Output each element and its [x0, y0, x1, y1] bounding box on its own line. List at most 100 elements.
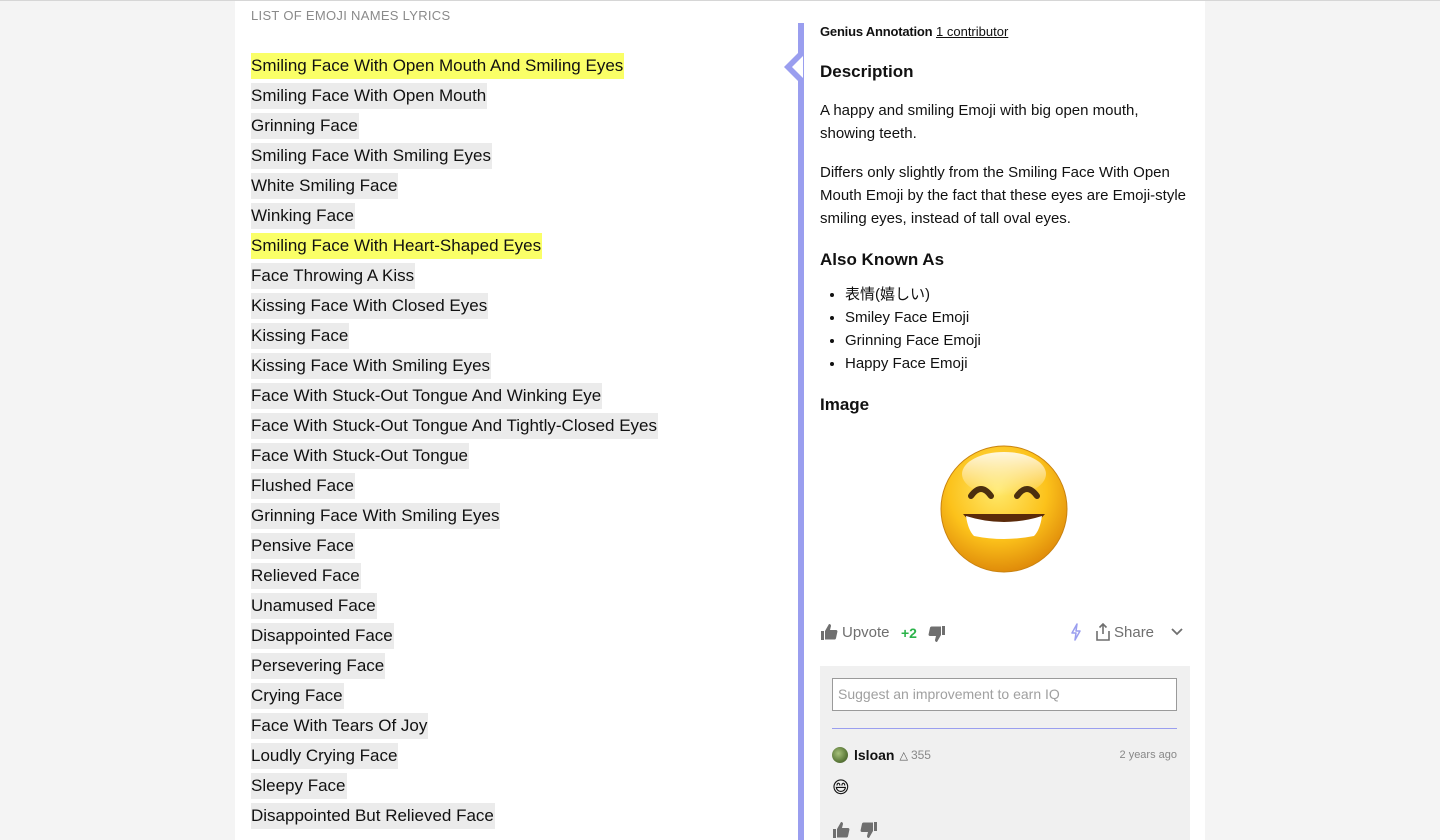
lyric-line: Face Throwing A Kiss [251, 263, 771, 293]
aka-item: Smiley Face Emoji [845, 306, 1190, 329]
lyric-text[interactable]: Smiling Face With Heart-Shaped Eyes [251, 233, 543, 259]
lyric-text[interactable]: Kissing Face With Smiling Eyes [251, 353, 492, 379]
iq-triangle-icon: △ [899, 749, 908, 762]
lyric-line: Relieved Face [251, 563, 771, 593]
lyric-line: Face With Stuck-Out Tongue [251, 443, 771, 473]
lyric-text[interactable]: Face With Tears Of Joy [251, 713, 429, 739]
lyric-line: Flushed Face [251, 473, 771, 503]
suggest-improvement-input[interactable] [832, 678, 1177, 711]
comment-downvote-button[interactable] [860, 821, 878, 839]
lyric-text[interactable]: Disappointed But Relieved Face [251, 803, 495, 829]
lyrics-list: Smiling Face With Open Mouth And Smiling… [251, 53, 771, 833]
lyric-text[interactable]: Crying Face [251, 683, 344, 709]
annotated-lyric-line: Smiling Face With Open Mouth And Smiling… [251, 53, 771, 83]
lyric-line: Sleepy Face [251, 773, 771, 803]
share-button[interactable]: Share [1096, 623, 1154, 641]
chevron-down-icon [1170, 624, 1184, 638]
lyric-line: Kissing Face With Closed Eyes [251, 293, 771, 323]
share-icon [1096, 623, 1110, 641]
lyric-text[interactable]: Smiling Face With Smiling Eyes [251, 143, 492, 169]
aka-list: 表情(嬉しい)Smiley Face EmojiGrinning Face Em… [845, 283, 1190, 375]
lyric-line: Face With Stuck-Out Tongue And Tightly-C… [251, 413, 771, 443]
annotation-type-label: Genius Annotation [820, 24, 933, 39]
lyric-line: Smiling Face With Open Mouth [251, 83, 771, 113]
downvote-button[interactable] [928, 625, 946, 643]
lyric-text[interactable]: Face With Stuck-Out Tongue And Tightly-C… [251, 413, 658, 439]
aka-item: 表情(嬉しい) [845, 283, 1190, 306]
lyric-line: Crying Face [251, 683, 771, 713]
annotation-panel: Genius Annotation 1 contributor Descript… [820, 23, 1190, 840]
lyric-line: Face With Stuck-Out Tongue And Winking E… [251, 383, 771, 413]
thumbs-up-icon [820, 623, 838, 641]
lyric-text[interactable]: Face Throwing A Kiss [251, 263, 416, 289]
description-paragraph: Differs only slightly from the Smiling F… [820, 164, 1186, 227]
lyric-text[interactable]: Grinning Face With Smiling Eyes [251, 503, 501, 529]
comments-divider [832, 728, 1177, 729]
lyrics-header: LIST OF EMOJI NAMES LYRICS [251, 8, 451, 23]
lyric-text[interactable]: Unamused Face [251, 593, 377, 619]
comment-username[interactable]: lsloan [854, 747, 894, 763]
more-options-button[interactable] [1170, 624, 1184, 638]
thumbs-up-icon [833, 822, 850, 838]
comment-timestamp: 2 years ago [1119, 749, 1177, 761]
lyric-text[interactable]: Pensive Face [251, 533, 355, 559]
lyric-line: Disappointed But Relieved Face [251, 803, 771, 833]
lyric-line: Kissing Face With Smiling Eyes [251, 353, 771, 383]
upvote-label: Upvote [842, 623, 890, 641]
lyric-text[interactable]: Face With Stuck-Out Tongue [251, 443, 470, 469]
lyric-text[interactable]: Kissing Face With Closed Eyes [251, 293, 489, 319]
lyric-line: Disappointed Face [251, 623, 771, 653]
description-heading: Description [820, 62, 914, 81]
comment-header: lsloan △ 355 2 years ago [832, 745, 1177, 765]
lyric-text[interactable]: White Smiling Face [251, 173, 399, 199]
lyric-text[interactable]: Flushed Face [251, 473, 355, 499]
annotation-meta: Genius Annotation 1 contributor [820, 24, 1190, 42]
lyric-line: Face With Tears Of Joy [251, 713, 771, 743]
lyric-line: Grinning Face [251, 113, 771, 143]
avatar[interactable] [832, 747, 848, 763]
vote-count: +2 [901, 625, 917, 641]
lyric-text[interactable]: Kissing Face [251, 323, 350, 349]
lyric-line: Winking Face [251, 203, 771, 233]
song-page: LIST OF EMOJI NAMES LYRICS Smiling Face … [235, 1, 1205, 840]
lyric-text[interactable]: Disappointed Face [251, 623, 394, 649]
aka-heading: Also Known As [820, 250, 945, 269]
lyric-text[interactable]: Relieved Face [251, 563, 361, 589]
lyric-line: Grinning Face With Smiling Eyes [251, 503, 771, 533]
description-paragraph: A happy and smiling Emoji with big open … [820, 102, 1139, 142]
upvote-button[interactable]: Upvote [820, 623, 890, 641]
lyric-text[interactable]: Winking Face [251, 203, 355, 229]
comment-vote-row [832, 821, 878, 839]
grinning-smiling-eyes-emoji-icon [939, 444, 1069, 574]
aka-item: Happy Face Emoji [845, 352, 1190, 375]
comment-upvote-button[interactable] [832, 821, 850, 839]
contributors-link[interactable]: 1 contributor [936, 24, 1008, 39]
lyric-text[interactable]: Persevering Face [251, 653, 386, 679]
comments-section: lsloan △ 355 2 years ago 😄 [820, 666, 1190, 840]
annotation-vote-row: Upvote +2 Share [820, 621, 1190, 645]
lyric-text[interactable]: Smiling Face With Open Mouth [251, 83, 488, 109]
lightning-icon [1070, 623, 1082, 641]
iq-flash-button[interactable] [1070, 623, 1082, 641]
image-heading: Image [820, 395, 870, 414]
lyric-text[interactable]: Loudly Crying Face [251, 743, 399, 769]
share-label: Share [1114, 623, 1155, 641]
lyric-text[interactable]: Sleepy Face [251, 773, 347, 799]
thumbs-down-icon [860, 822, 877, 838]
thumbs-down-icon [928, 625, 946, 643]
lyric-text[interactable]: Face With Stuck-Out Tongue And Winking E… [251, 383, 603, 409]
aka-item: Grinning Face Emoji [845, 329, 1190, 352]
lyric-line: Persevering Face [251, 653, 771, 683]
lyric-line: Smiling Face With Smiling Eyes [251, 143, 771, 173]
lyric-line: White Smiling Face [251, 173, 771, 203]
lyric-text[interactable]: Grinning Face [251, 113, 359, 139]
lyric-line: Kissing Face [251, 323, 771, 353]
lyric-line: Unamused Face [251, 593, 771, 623]
lyric-line: Pensive Face [251, 533, 771, 563]
comment-body: 😄 [832, 778, 850, 797]
annotated-lyric-line: Smiling Face With Heart-Shaped Eyes [251, 233, 771, 263]
annotation-bar [798, 23, 804, 840]
lyric-text[interactable]: Smiling Face With Open Mouth And Smiling… [251, 53, 625, 79]
lyric-line: Loudly Crying Face [251, 743, 771, 773]
comment-user-iq: 355 [910, 748, 931, 762]
